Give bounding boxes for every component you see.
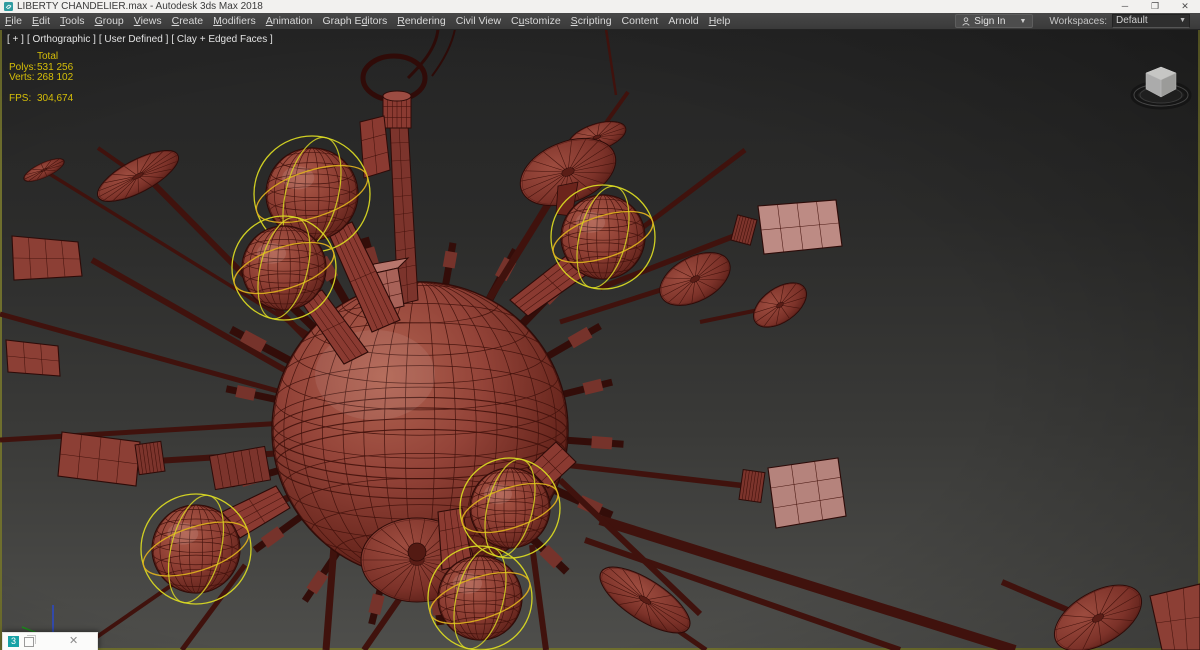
workspaces-group: Workspaces: Default ▼ bbox=[1049, 14, 1190, 28]
menu-file[interactable]: File bbox=[0, 13, 27, 29]
menu-scripting[interactable]: Scripting bbox=[566, 13, 617, 29]
menu-create[interactable]: Create bbox=[167, 13, 209, 29]
menu-help[interactable]: Help bbox=[704, 13, 736, 29]
viewport-label: [ + ][ Orthographic ][ User Defined ][ C… bbox=[7, 34, 273, 45]
stats-fps-row: FPS: 304,674 bbox=[9, 92, 74, 104]
menu-graph-editors[interactable]: Graph Editors bbox=[317, 13, 392, 29]
maximize-button[interactable]: ❐ bbox=[1140, 0, 1170, 13]
stats-verts-row: Verts: 268 102 bbox=[9, 72, 74, 83]
viewport-label-segment-2[interactable]: [ User Defined ] bbox=[99, 34, 168, 45]
viewport-label-segment-0[interactable]: [ + ] bbox=[7, 34, 24, 45]
menu-views[interactable]: Views bbox=[129, 13, 167, 29]
viewport-label-segment-1[interactable]: [ Orthographic ] bbox=[27, 34, 96, 45]
menu-content[interactable]: Content bbox=[617, 13, 664, 29]
popup-window-fragment[interactable]: 3 ✕ bbox=[2, 632, 98, 650]
menu-group[interactable]: Group bbox=[90, 13, 129, 29]
popup-close-icon[interactable]: ✕ bbox=[69, 634, 78, 647]
menu-bar: File Edit Tools Group Views Create Modifiers An… bbox=[0, 13, 1200, 30]
menu-modifiers[interactable]: Modifiers bbox=[208, 13, 261, 29]
workspaces-value: Default bbox=[1116, 15, 1148, 26]
chevron-down-icon: ▼ bbox=[1179, 17, 1186, 24]
title-bar: LIBERTY CHANDELIER.max - Autodesk 3ds Ma… bbox=[0, 0, 1200, 13]
menu-items: File Edit Tools Group Views Create Modifiers An… bbox=[0, 13, 735, 29]
user-icon bbox=[962, 16, 970, 26]
restore-icon[interactable] bbox=[24, 635, 36, 647]
menu-civil-view[interactable]: Civil View bbox=[451, 13, 506, 29]
menu-tools[interactable]: Tools bbox=[55, 13, 90, 29]
close-button[interactable]: ✕ bbox=[1170, 0, 1200, 13]
workspaces-label: Workspaces: bbox=[1049, 15, 1107, 27]
menu-edit[interactable]: Edit bbox=[27, 13, 55, 29]
menu-arnold[interactable]: Arnold bbox=[663, 13, 703, 29]
menu-rendering[interactable]: Rendering bbox=[392, 13, 450, 29]
viewcube[interactable] bbox=[1130, 45, 1192, 111]
menu-animation[interactable]: Animation bbox=[261, 13, 318, 29]
viewport-3d-scene bbox=[0, 29, 1200, 650]
3dsmax-app-icon bbox=[4, 2, 13, 11]
viewport-label-segment-3[interactable]: [ Clay + Edged Faces ] bbox=[171, 34, 272, 45]
menu-customize[interactable]: Customize bbox=[506, 13, 566, 29]
sign-in-button[interactable]: Sign In ▼ bbox=[955, 14, 1034, 28]
stats-total-header: Total bbox=[37, 51, 59, 62]
popup-badge: 3 bbox=[8, 636, 19, 647]
sign-in-label: Sign In bbox=[974, 15, 1006, 27]
viewport-orthographic[interactable]: [ + ][ Orthographic ][ User Defined ][ C… bbox=[0, 29, 1200, 650]
workspaces-select[interactable]: Default ▼ bbox=[1112, 14, 1190, 28]
window-title: LIBERTY CHANDELIER.max - Autodesk 3ds Ma… bbox=[17, 1, 263, 12]
minimize-button[interactable]: ─ bbox=[1110, 0, 1140, 13]
statistics-overlay: Total Polys: 531 256 Verts: 268 102 FPS:… bbox=[9, 51, 74, 104]
chevron-down-icon: ▼ bbox=[1019, 17, 1027, 25]
